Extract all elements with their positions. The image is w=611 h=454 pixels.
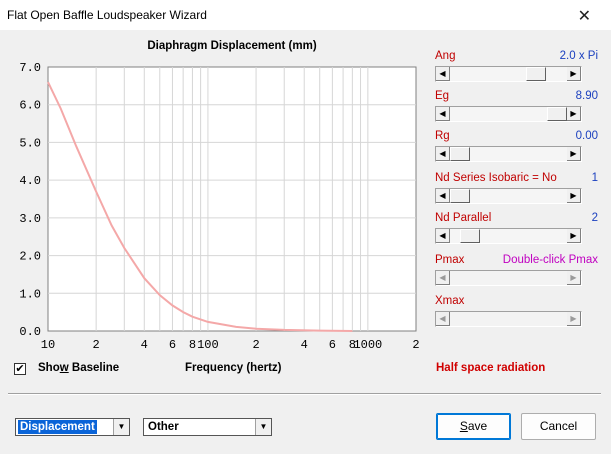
show-baseline-label-rest: Baseline bbox=[68, 362, 120, 374]
arrow-left-icon[interactable]: ◀ bbox=[436, 189, 450, 203]
slider-xmax: ◀ ▶ bbox=[435, 311, 582, 327]
x-tick-label: 2 bbox=[93, 338, 100, 352]
other-select[interactable]: Other ▼ bbox=[143, 418, 272, 436]
cancel-button[interactable]: Cancel bbox=[521, 413, 596, 440]
title-bar: Flat Open Baffle Loudspeaker Wizard ✕ bbox=[0, 0, 611, 30]
arrow-left-icon[interactable]: ◀ bbox=[436, 67, 450, 81]
save-button[interactable]: Save bbox=[436, 413, 511, 440]
window-title: Flat Open Baffle Loudspeaker Wizard bbox=[7, 8, 207, 22]
x-tick-label: 8 bbox=[189, 338, 196, 352]
x-axis-label: Frequency (hertz) bbox=[185, 362, 282, 374]
half-space-label: Half space radiation bbox=[436, 362, 546, 374]
y-tick-label: 5.0 bbox=[19, 136, 41, 150]
x-tick-labels: 10 2 4 6 8 100 2 4 6 81000 2 bbox=[41, 338, 420, 352]
slider-nd_series[interactable]: ◀ ▶ bbox=[435, 188, 582, 204]
arrow-right-icon[interactable]: ▶ bbox=[567, 189, 581, 203]
slider-thumb[interactable] bbox=[450, 147, 470, 161]
arrow-right-icon[interactable]: ▶ bbox=[567, 229, 581, 243]
show-baseline-mnemonic: w bbox=[59, 362, 69, 374]
other-select-value: Other bbox=[148, 421, 179, 433]
y-tick-label: 3.0 bbox=[19, 212, 41, 226]
x-tick-label: 10 bbox=[41, 338, 55, 352]
x-tick-label: 6 bbox=[329, 338, 336, 352]
save-mnemonic: S bbox=[459, 419, 468, 433]
control-value-rg: 0.00 bbox=[575, 130, 598, 142]
x-tick-label: 6 bbox=[169, 338, 176, 352]
arrow-right-icon[interactable]: ▶ bbox=[567, 67, 581, 81]
mode-select[interactable]: Displacement ▼ bbox=[15, 418, 130, 436]
slider-thumb[interactable] bbox=[450, 189, 470, 203]
x-tick-label: 2 bbox=[252, 338, 259, 352]
control-value-pmax: Double-click Pmax bbox=[502, 254, 598, 266]
control-label-pmax: Pmax bbox=[435, 254, 465, 266]
slider-pmax: ◀ ▶ bbox=[435, 270, 582, 286]
y-tick-label: 0.0 bbox=[19, 325, 41, 339]
arrow-right-icon[interactable]: ▶ bbox=[567, 147, 581, 161]
arrow-left-icon[interactable]: ◀ bbox=[436, 107, 450, 121]
chevron-down-icon[interactable]: ▼ bbox=[113, 419, 129, 435]
control-value-eg: 8.90 bbox=[575, 90, 598, 102]
control-value-ang: 2.0 x Pi bbox=[559, 50, 598, 62]
arrow-left-icon[interactable]: ◀ bbox=[436, 147, 450, 161]
control-label-xmax: Xmax bbox=[435, 295, 465, 307]
y-tick-label: 7.0 bbox=[19, 61, 41, 75]
y-tick-label: 6.0 bbox=[19, 99, 41, 113]
arrow-left-icon: ◀ bbox=[436, 312, 450, 326]
y-tick-label: 4.0 bbox=[19, 174, 41, 188]
y-tick-label: 1.0 bbox=[19, 287, 41, 301]
control-label-ang: Ang bbox=[435, 50, 456, 62]
arrow-right-icon: ▶ bbox=[567, 271, 581, 285]
control-label-eg: Eg bbox=[435, 90, 450, 102]
slider-rg[interactable]: ◀ ▶ bbox=[435, 146, 582, 162]
slider-thumb[interactable] bbox=[460, 229, 480, 243]
y-tick-label: 2.0 bbox=[19, 250, 41, 264]
arrow-left-icon: ◀ bbox=[436, 271, 450, 285]
save-label: ave bbox=[467, 419, 488, 433]
x-tick-label: 1000 bbox=[353, 338, 382, 352]
control-value-nd_series: 1 bbox=[591, 172, 598, 184]
arrow-right-icon: ▶ bbox=[567, 312, 581, 326]
slider-thumb[interactable] bbox=[547, 107, 567, 121]
show-baseline-label: Show Baseline bbox=[38, 362, 119, 374]
show-baseline-checkbox[interactable]: ✔ bbox=[14, 363, 26, 375]
arrow-left-icon[interactable]: ◀ bbox=[436, 229, 450, 243]
slider-thumb[interactable] bbox=[526, 67, 546, 81]
x-tick-label: 2 bbox=[412, 338, 419, 352]
x-tick-label: 100 bbox=[197, 338, 219, 352]
show-baseline-label-part: Sho bbox=[38, 362, 60, 374]
x-tick-label: 4 bbox=[141, 338, 148, 352]
arrow-right-icon[interactable]: ▶ bbox=[567, 107, 581, 121]
x-tick-label: 4 bbox=[301, 338, 308, 352]
chevron-down-icon[interactable]: ▼ bbox=[255, 419, 271, 435]
mode-select-value: Displacement bbox=[18, 420, 97, 434]
control-label-rg: Rg bbox=[435, 130, 450, 142]
y-tick-labels: 0.0 1.0 2.0 3.0 4.0 5.0 6.0 7.0 bbox=[19, 61, 41, 339]
check-icon: ✔ bbox=[15, 363, 25, 375]
slider-eg[interactable]: ◀ ▶ bbox=[435, 106, 582, 122]
slider-nd_parallel[interactable]: ◀ ▶ bbox=[435, 228, 582, 244]
slider-ang[interactable]: ◀ ▶ bbox=[435, 66, 582, 82]
displacement-chart: 0.01.02.03.04.05.06.07.0 10 2 4 6 8 100 2 4 6 810… bbox=[19, 61, 420, 352]
separator bbox=[8, 393, 601, 395]
control-value-nd_parallel: 2 bbox=[591, 212, 598, 224]
close-icon[interactable]: ✕ bbox=[578, 6, 591, 26]
